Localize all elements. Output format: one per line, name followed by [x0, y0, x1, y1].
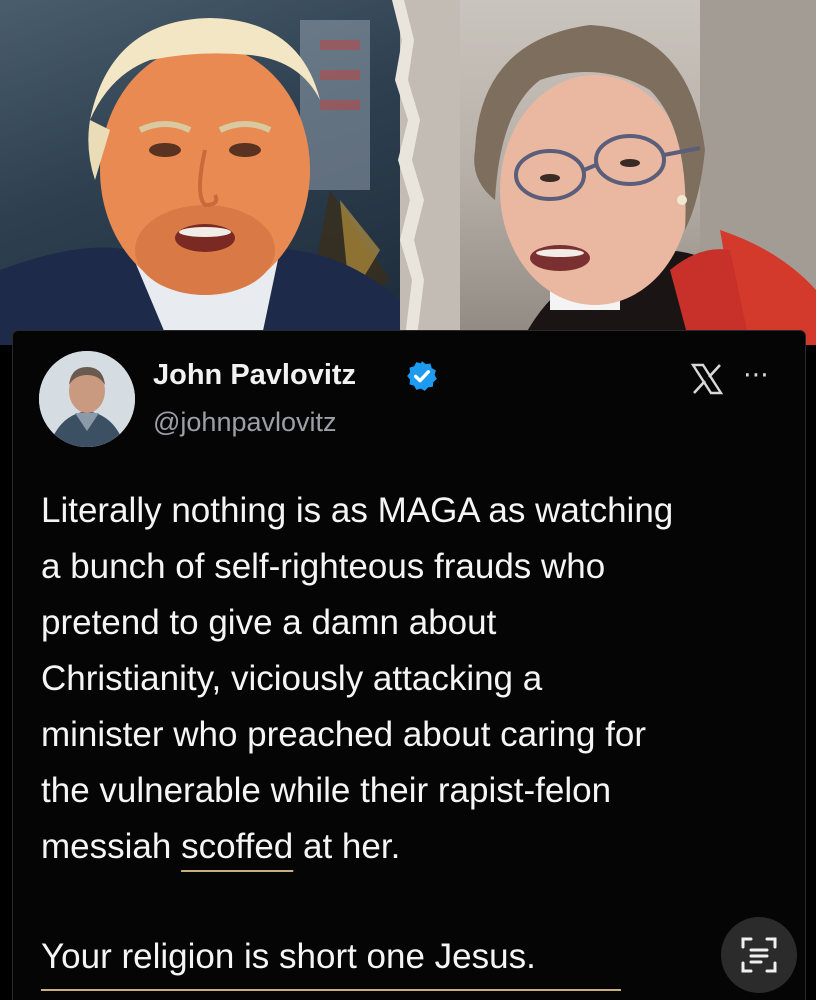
tweet-text-line: Christianity, viciously attacking a: [41, 659, 543, 698]
avatar[interactable]: [39, 351, 135, 447]
tweet-card: John Pavlovitz @johnpavlovitz ⋯ Literall…: [12, 330, 806, 1000]
tweet-closing-line: Your religion is short one Jesus.: [41, 937, 536, 976]
text-scan-button[interactable]: [721, 917, 797, 993]
text-scan-icon: [741, 937, 777, 973]
tweet-text-line: pretend to give a damn about: [41, 603, 497, 642]
x-logo-icon[interactable]: [689, 361, 725, 397]
tweet-text-line: minister who preached about caring for: [41, 715, 647, 754]
torn-paper-divider: [392, 0, 424, 345]
author-display-name[interactable]: John Pavlovitz: [153, 359, 356, 392]
verified-badge-icon: [407, 361, 437, 391]
tweet-text-line: messiah scoffed at her.: [41, 819, 801, 875]
tweet-text-fragment: messiah: [41, 827, 182, 866]
tweet-text-fragment: at her.: [293, 827, 401, 866]
tweet-text: Literally nothing is as MAGA as watching…: [41, 483, 801, 875]
underlined-word: scoffed: [181, 827, 294, 866]
photo-collage: [0, 0, 816, 345]
author-handle[interactable]: @johnpavlovitz: [153, 407, 337, 438]
tweet-text-line: a bunch of self-righteous frauds who: [41, 547, 606, 586]
meme-image: John Pavlovitz @johnpavlovitz ⋯ Literall…: [0, 0, 816, 1000]
closing-underline: [41, 989, 621, 991]
tweet-text-line: the vulnerable while their rapist-felon: [41, 771, 612, 810]
tweet-text-line: Literally nothing is as MAGA as watching: [41, 491, 674, 530]
more-options-icon[interactable]: ⋯: [743, 361, 770, 387]
